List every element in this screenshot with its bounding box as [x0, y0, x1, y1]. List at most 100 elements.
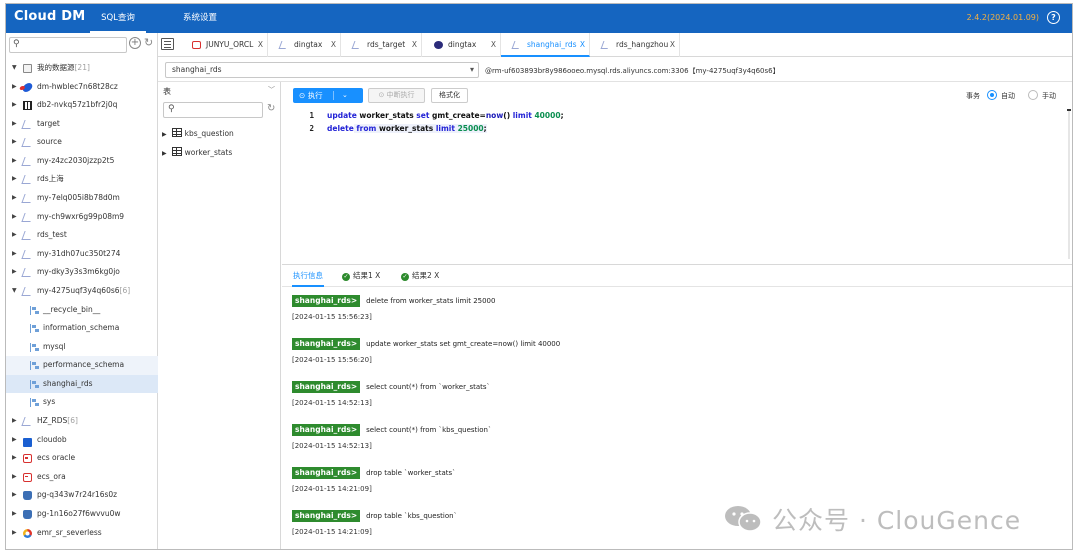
- editor-scrollbar[interactable]: [1067, 109, 1071, 259]
- code-line[interactable]: delete from worker_stats limit 25000;: [327, 124, 487, 133]
- caret-right-icon[interactable]: ▶: [12, 133, 17, 152]
- caret-right-icon[interactable]: ▶: [12, 486, 17, 505]
- tree-item[interactable]: mysql: [6, 338, 158, 357]
- tree-item-label: ecs_ora: [37, 468, 66, 487]
- tree-item[interactable]: performance_schema: [6, 356, 158, 375]
- caret-down-icon[interactable]: ▼: [12, 59, 17, 78]
- caret-down-icon[interactable]: ▼: [12, 282, 17, 301]
- check-circle-icon: ✓: [342, 273, 350, 281]
- tab-execution-info[interactable]: 执行信息: [292, 265, 324, 287]
- caret-right-icon[interactable]: ▶: [12, 152, 17, 171]
- caret-right-icon[interactable]: ▶: [12, 245, 17, 264]
- refresh-icon[interactable]: ↻: [267, 103, 275, 114]
- tab-result-1[interactable]: ✓ 结果1 X: [342, 265, 380, 287]
- caret-right-icon[interactable]: ▶: [12, 468, 17, 487]
- tree-item[interactable]: ▶ my-7elq005i8b78d0m: [6, 189, 158, 208]
- caret-right-icon[interactable]: ▶: [12, 412, 17, 431]
- close-icon[interactable]: X: [670, 33, 675, 57]
- tree-item[interactable]: ▶ pg-q343w7r24r16s0z: [6, 486, 158, 505]
- object-type-select[interactable]: 表: [163, 86, 171, 97]
- table-item-kbs-question[interactable]: ▶ kbs_question: [162, 125, 234, 143]
- caret-right-icon[interactable]: ▶: [12, 208, 17, 227]
- close-icon[interactable]: X: [412, 33, 417, 57]
- caret-right-icon[interactable]: ▶: [12, 115, 17, 134]
- format-button[interactable]: 格式化: [431, 88, 468, 103]
- tree-item[interactable]: ▶ my-z4zc2030jzzp2t5: [6, 152, 158, 171]
- mysql-dolphin-icon: [600, 41, 611, 49]
- table-search-input[interactable]: ⚲: [163, 102, 263, 118]
- tree-item[interactable]: sys: [6, 393, 158, 412]
- close-icon[interactable]: X: [331, 33, 336, 57]
- nav-system-settings[interactable]: 系统设置: [172, 4, 228, 33]
- caret-right-icon[interactable]: ▶: [12, 505, 17, 524]
- tab-dingtax[interactable]: dingtax X: [422, 33, 501, 57]
- help-icon[interactable]: ?: [1047, 11, 1060, 24]
- tab-label: dingtax: [448, 40, 477, 49]
- tree-item[interactable]: ▼ 我的数据源[21]: [6, 59, 158, 78]
- table-item-worker-stats[interactable]: ▶ worker_stats: [162, 144, 232, 162]
- close-icon[interactable]: X: [491, 33, 496, 57]
- expand-caret-icon[interactable]: ▶: [162, 131, 167, 138]
- refresh-icon[interactable]: ↻: [144, 36, 153, 49]
- caret-right-icon[interactable]: ▶: [12, 78, 17, 97]
- caret-right-icon[interactable]: ▶: [12, 449, 17, 468]
- caret-right-icon[interactable]: ▶: [12, 189, 17, 208]
- tree-item[interactable]: ▶ db2-nvkq57z1bfr2j0q: [6, 96, 158, 115]
- tab-rds-target[interactable]: rds_target X: [341, 33, 422, 57]
- tree-item[interactable]: ▶ source: [6, 133, 158, 152]
- tree-item[interactable]: ▶ dm-hwblec7n68t28cz: [6, 78, 158, 97]
- stop-execution-button[interactable]: ⊙ 中断执行: [368, 88, 425, 103]
- caret-right-icon[interactable]: ▶: [12, 263, 17, 282]
- chevron-down-icon[interactable]: ⌄: [342, 88, 348, 103]
- transaction-auto-radio[interactable]: [987, 90, 997, 100]
- tree-item[interactable]: shanghai_rds: [6, 374, 158, 394]
- tab-dingtax[interactable]: dingtax X: [268, 33, 341, 57]
- tree-item-label: my-dky3y3s3m6kg0jo: [37, 263, 120, 282]
- caret-right-icon[interactable]: ▶: [12, 170, 17, 189]
- caret-right-icon[interactable]: ▶: [12, 96, 17, 115]
- caret-right-icon[interactable]: ▶: [12, 431, 17, 450]
- run-button[interactable]: ⊙ 执行 ⌄: [293, 88, 363, 103]
- tree-item-text: my-dky3y3s3m6kg0jo: [37, 267, 120, 277]
- caret-right-icon[interactable]: ▶: [12, 226, 17, 245]
- tree-item[interactable]: ▶ my-dky3y3s3m6kg0jo: [6, 263, 158, 282]
- transaction-manual-radio[interactable]: [1028, 90, 1038, 100]
- tree-item[interactable]: ▶ my-31dh07uc350t274: [6, 245, 158, 264]
- tree-item-label: my-ch9wxr6g99p08m9: [37, 208, 124, 227]
- tab-shanghai-rds[interactable]: shanghai_rds X: [501, 33, 590, 57]
- schema-icon: [30, 342, 39, 352]
- tree-item[interactable]: ▶ emr_sr_severless: [6, 524, 158, 543]
- close-icon[interactable]: X: [580, 33, 585, 57]
- tree-item[interactable]: ▶ rds_test: [6, 226, 158, 245]
- sql-editor[interactable]: 1 update worker_stats set gmt_create=now(…: [282, 107, 1072, 263]
- code-token: from: [353, 124, 379, 133]
- tree-item[interactable]: information_schema: [6, 319, 158, 338]
- add-datasource-icon[interactable]: +: [129, 37, 141, 49]
- tree-item[interactable]: ▶ my-ch9wxr6g99p08m9: [6, 208, 158, 227]
- close-icon[interactable]: X: [258, 33, 263, 57]
- code-line[interactable]: update worker_stats set gmt_create=now()…: [327, 111, 564, 120]
- tree-item[interactable]: __recycle_bin__: [6, 301, 158, 320]
- tab-list-menu-icon[interactable]: [161, 38, 174, 50]
- tree-item[interactable]: ▶ rds上海: [6, 170, 158, 189]
- caret-right-icon[interactable]: ▶: [12, 524, 17, 543]
- tab-result-2[interactable]: ✓ 结果2 X: [401, 265, 439, 287]
- nav-sql-query[interactable]: SQL查询: [90, 4, 146, 33]
- tab-rds-hangzhou[interactable]: rds_hangzhou X: [590, 33, 680, 57]
- transaction-auto-label: 自动: [1001, 92, 1015, 100]
- schema-select[interactable]: shanghai_rds ▾: [165, 62, 479, 78]
- tree-item[interactable]: ▶ cloudob: [6, 431, 158, 450]
- tree-item[interactable]: ▶ ecs oracle: [6, 449, 158, 468]
- datasource-search-input[interactable]: ⚲: [9, 37, 127, 53]
- tab-junyu-orcl[interactable]: JUNYU_ORCL X: [180, 33, 268, 57]
- tab-label: rds_target: [367, 40, 406, 49]
- tree-item[interactable]: ▶ ecs_ora: [6, 468, 158, 487]
- expand-caret-icon[interactable]: ▶: [162, 150, 167, 157]
- tree-item[interactable]: ▶ target: [6, 115, 158, 134]
- tree-item[interactable]: ▶ pg-1n16o27f6wvvu0w: [6, 505, 158, 524]
- code-token: 25000: [457, 124, 484, 133]
- close-icon[interactable]: X: [434, 271, 439, 280]
- close-icon[interactable]: X: [375, 271, 380, 280]
- tree-item[interactable]: ▶ HZ_RDS[6]: [6, 412, 158, 431]
- tree-item[interactable]: ▼ my-4275uqf3y4q60s6[6]: [6, 282, 158, 301]
